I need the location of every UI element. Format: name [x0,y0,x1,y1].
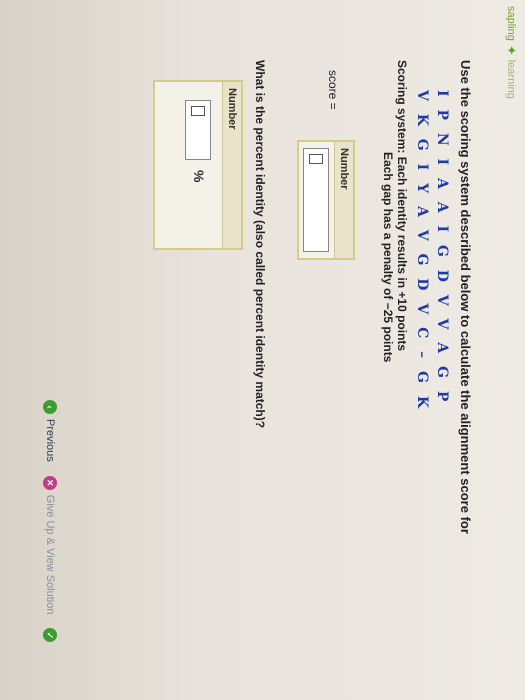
seq1-residue: A [434,201,450,217]
question-text: Use the scoring system described below t… [458,60,473,534]
footer-nav: ‹ Previous ✕ Give Up & View Solution ✓ [43,400,57,643]
seq1-residue: P [434,109,450,124]
seq1-residue: N [434,132,450,150]
seq1-residue: A [434,342,450,358]
give-up-button[interactable]: ✕ Give Up & View Solution [43,475,57,615]
previous-button[interactable]: ‹ Previous [43,400,57,462]
previous-icon: ‹ [43,400,57,414]
sequence-2: V K G I Y A V G D V C – G K [414,90,430,412]
seq1-residue: D [434,269,450,286]
score-box-header: Number [334,142,353,258]
brand-logo: sapling ✦ learning [503,6,519,99]
seq2-residue: I [414,163,430,175]
seq1-residue: I [434,90,450,101]
seq2-residue: V [414,303,430,319]
seq1-residue: G [434,244,450,261]
score-answer-box: Number [297,140,355,260]
seq2-residue: K [414,395,430,412]
seq1-residue: G [434,366,450,382]
scoring-system: Scoring system: Each identity results in… [381,60,409,362]
seq1-residue: A [434,177,450,193]
percent-question: What is the percent identity (also calle… [253,60,267,429]
seq2-residue: K [414,113,430,130]
scoring-line-1: Scoring system: Each identity results in… [395,60,409,352]
seq1-residue: V [434,318,450,334]
leaf-icon: ✦ [504,44,519,56]
seq1-residue: I [434,225,450,237]
screen: sapling ✦ learning Use the scoring syste… [0,0,525,700]
seq1-residue: V [434,294,450,310]
score-label: score = [326,70,340,110]
seq2-residue: V [414,229,430,245]
check-icon: ✓ [43,628,57,643]
seq1-residue: I [434,158,450,170]
seq2-residue: Y [414,183,430,198]
next-button[interactable]: ✓ [43,628,57,643]
seq2-residue: C [414,327,430,343]
percent-unit: % [191,170,207,183]
seq2-residue: D [414,278,430,295]
seq2-residue: G [414,370,430,387]
give-up-label: Give Up & View Solution [44,494,56,615]
seq2-residue: G [414,138,430,155]
brand-sub: learning [505,59,517,99]
seq2-residue: G [414,253,430,270]
percent-input[interactable] [185,100,211,160]
scoring-line-2: Each gap has a penalty of −25 points [381,152,395,363]
seq1-residue: P [434,390,450,406]
brand-name: sapling [505,6,517,41]
seq2-residue: V [414,90,430,105]
percent-answer-box: Number % [153,80,243,250]
previous-label: Previous [44,419,56,462]
sequence-1: I P N I A A I G D V V A G P [434,90,450,405]
give-up-icon: ✕ [43,475,57,490]
score-input[interactable] [303,148,329,252]
seq2-residue: A [414,205,430,221]
seq2-residue: – [414,351,430,363]
percent-box-header: Number [222,82,241,248]
